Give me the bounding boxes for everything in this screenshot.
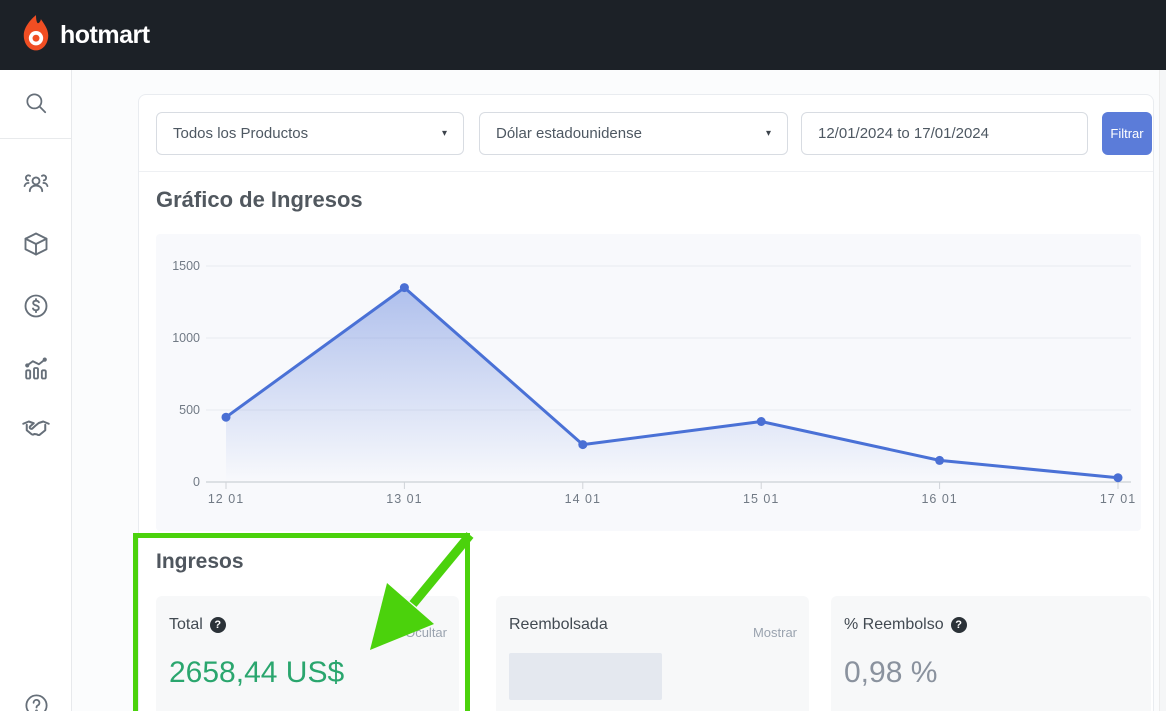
- ingresos-section-title: Ingresos: [156, 550, 244, 574]
- hidden-value-placeholder: [509, 653, 662, 700]
- svg-text:1500: 1500: [172, 259, 200, 273]
- affiliations-icon[interactable]: [19, 411, 53, 445]
- svg-text:12 01: 12 01: [208, 492, 244, 506]
- main-panel: Todos los Productos ▾ Dólar estadouniden…: [138, 94, 1154, 711]
- svg-text:17 01: 17 01: [1100, 492, 1136, 506]
- products-icon[interactable]: [19, 227, 53, 261]
- date-range-value: 12/01/2024 to 17/01/2024: [818, 125, 989, 142]
- sidebar-divider: [0, 138, 71, 139]
- svg-text:500: 500: [179, 403, 200, 417]
- filter-divider: [139, 171, 1153, 172]
- flame-icon: [20, 14, 52, 57]
- date-range-input[interactable]: 12/01/2024 to 17/01/2024: [801, 112, 1088, 155]
- svg-text:14 01: 14 01: [565, 492, 601, 506]
- brand-name: hotmart: [60, 21, 150, 50]
- chevron-down-icon: ▾: [766, 128, 771, 139]
- chevron-down-icon: ▾: [442, 128, 447, 139]
- reembolso-pct-value: 0,98 %: [844, 656, 937, 690]
- revenue-line-chart: 0 500 1000 1500 12 01 13 01 14 01 15 01 16 01 17 …: [156, 234, 1141, 531]
- help-badge-icon[interactable]: ?: [951, 617, 967, 633]
- help-badge-icon[interactable]: ?: [210, 617, 226, 633]
- revenue-chart: 0 500 1000 1500 12 01 13 01 14 01 15 01 16 01 17 …: [156, 234, 1141, 531]
- total-card: Total ? Ocultar 2658,44 US$: [156, 596, 459, 711]
- hotmart-logo[interactable]: hotmart: [20, 14, 150, 57]
- currency-select-value: Dólar estadounidense: [496, 125, 642, 142]
- ocultar-link[interactable]: Ocultar: [405, 625, 447, 640]
- chart-title: Gráfico de Ingresos: [156, 187, 363, 213]
- scrollbar[interactable]: [1159, 70, 1166, 711]
- mostrar-link[interactable]: Mostrar: [753, 625, 797, 640]
- svg-text:15 01: 15 01: [743, 492, 779, 506]
- reembolsada-card: Reembolsada Mostrar: [496, 596, 809, 711]
- svg-text:0: 0: [193, 475, 200, 489]
- svg-text:1000: 1000: [172, 331, 200, 345]
- search-icon[interactable]: [19, 86, 53, 120]
- reembolso-pct-card-label: % Reembolso: [844, 616, 944, 634]
- total-value: 2658,44 US$: [169, 656, 344, 690]
- members-icon[interactable]: [19, 166, 53, 200]
- reembolsada-card-label: Reembolsada: [509, 616, 608, 634]
- total-card-label: Total: [169, 616, 203, 634]
- filtrar-button[interactable]: Filtrar: [1102, 112, 1152, 155]
- help-icon[interactable]: [19, 688, 53, 711]
- sidebar: [0, 70, 72, 711]
- svg-text:13 01: 13 01: [386, 492, 422, 506]
- currency-select[interactable]: Dólar estadounidense ▾: [479, 112, 788, 155]
- top-bar: hotmart: [0, 0, 1166, 70]
- product-select-value: Todos los Productos: [173, 125, 308, 142]
- svg-text:16 01: 16 01: [921, 492, 957, 506]
- product-select[interactable]: Todos los Productos ▾: [156, 112, 464, 155]
- reports-icon[interactable]: [19, 351, 53, 385]
- reembolso-pct-card: % Reembolso ? 0,98 %: [831, 596, 1151, 711]
- sales-icon[interactable]: [19, 289, 53, 323]
